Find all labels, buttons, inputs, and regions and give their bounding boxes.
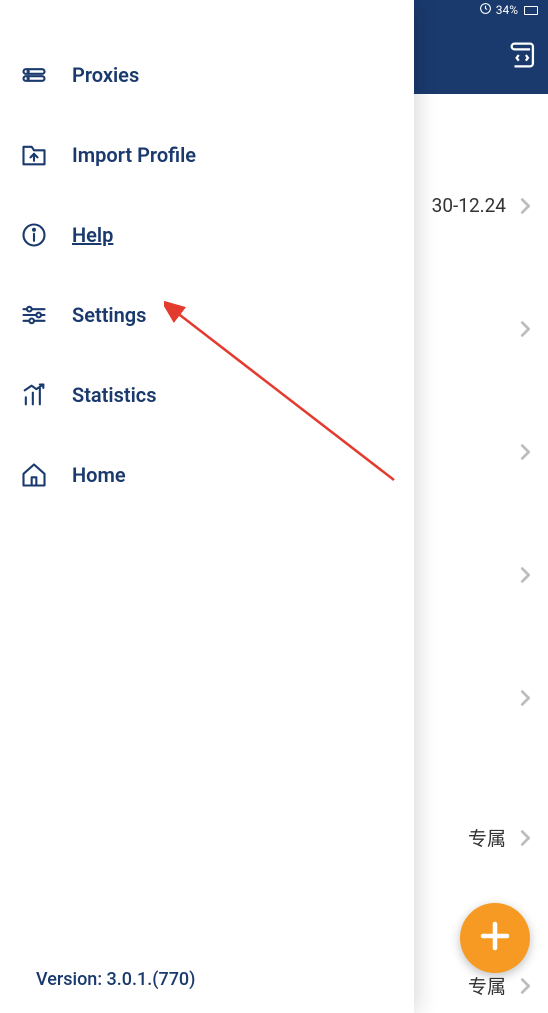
sidebar-item-label: Help — [72, 223, 113, 247]
list-row[interactable]: 30-12.24 — [432, 194, 548, 217]
list-row-text: 专属 — [468, 824, 506, 851]
chevron-right-icon — [514, 827, 536, 849]
chevron-right-icon — [514, 195, 536, 217]
code-scroll-icon[interactable] — [506, 38, 540, 76]
stats-icon — [20, 381, 48, 409]
version-text: Version: 3.0.1.(770) — [36, 969, 195, 990]
list-row-text: 30-12.24 — [432, 194, 506, 217]
info-icon — [20, 221, 48, 249]
chevron-right-icon — [514, 318, 536, 340]
sidebar-item-home[interactable]: Home — [0, 435, 414, 515]
proxies-icon — [20, 61, 48, 89]
list-row[interactable]: 专属 — [468, 824, 548, 851]
sidebar-item-import[interactable]: Import Profile — [0, 115, 414, 195]
sidebar-item-label: Proxies — [72, 63, 139, 87]
sidebar-item-label: Settings — [72, 303, 146, 327]
sidebar-item-statistics[interactable]: Statistics — [0, 355, 414, 435]
chevron-right-icon — [514, 564, 536, 586]
sidebar-item-label: Home — [72, 463, 126, 487]
list-row-text: 专属 — [468, 972, 506, 999]
home-icon — [20, 461, 48, 489]
chevron-right-icon — [514, 441, 536, 463]
sidebar-drawer: Proxies Import Profile Help — [0, 0, 414, 1013]
add-button[interactable] — [460, 903, 530, 973]
plus-icon — [477, 918, 513, 958]
settings-icon — [20, 301, 48, 329]
sidebar-item-proxies[interactable]: Proxies — [0, 35, 414, 115]
import-icon — [20, 141, 48, 169]
chevron-right-icon — [514, 687, 536, 709]
header-bar — [414, 20, 548, 94]
chevron-right-icon — [514, 975, 536, 997]
battery-percent: 34% — [496, 3, 518, 17]
sidebar-item-settings[interactable]: Settings — [0, 275, 414, 355]
list-row[interactable] — [506, 564, 548, 586]
battery-icon — [524, 6, 538, 15]
sidebar-item-label: Statistics — [72, 383, 157, 407]
list-row[interactable] — [506, 687, 548, 709]
sidebar-item-help[interactable]: Help — [0, 195, 414, 275]
list-row[interactable] — [506, 318, 548, 340]
list-row[interactable] — [506, 441, 548, 463]
list-row[interactable]: 专属 — [468, 972, 548, 999]
sidebar-item-label: Import Profile — [72, 143, 196, 167]
clock-icon — [479, 2, 492, 18]
